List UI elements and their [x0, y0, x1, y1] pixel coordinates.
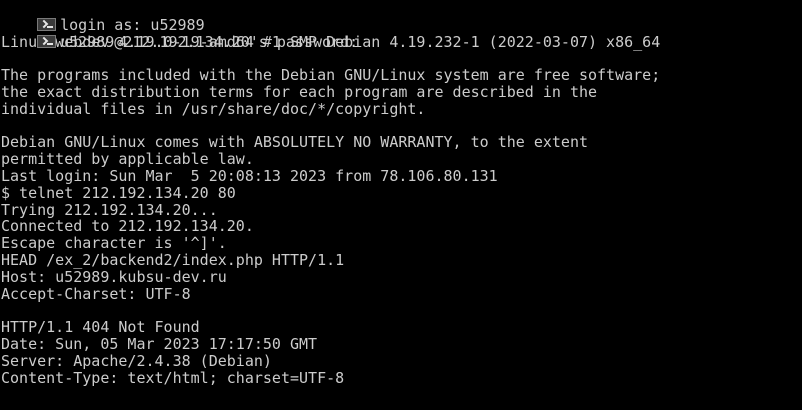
response-header-line: Content-Type: text/html; charset=UTF-8 [1, 368, 345, 387]
command-line: $ telnet 212.192.134.20 80 [1, 183, 236, 202]
output-line: Escape character is '^]'. [1, 234, 227, 253]
request-header-line: Accept-Charset: UTF-8 [1, 284, 191, 303]
output-line: permitted by applicable law. [1, 150, 254, 169]
output-line: the exact distribution terms for each pr… [1, 82, 598, 101]
terminal-prompt-icon [37, 17, 57, 31]
output-line: Linux webdev 4.19.0-19-amd64 #1 SMP Debi… [1, 32, 661, 51]
login-line: login as: u52989 [0, 0, 802, 33]
login-text: login as: u52989 [60, 15, 205, 34]
terminal-window[interactable]: login as: u52989 u52989@212.192.134.20's… [0, 0, 802, 410]
terminal-prompt-icon [37, 34, 57, 48]
output-line: individual files in /usr/share/doc/*/cop… [1, 99, 426, 118]
request-line: HEAD /ex_2/backend2/index.php HTTP/1.1 [1, 250, 345, 269]
request-header-line: Host: u52989.kubsu-dev.ru [1, 267, 227, 286]
output-line: Debian GNU/Linux comes with ABSOLUTELY N… [1, 133, 588, 152]
response-status-line: HTTP/1.1 404 Not Found [1, 318, 200, 337]
output-line: Trying 212.192.134.20... [1, 200, 218, 219]
output-line: The programs included with the Debian GN… [1, 66, 661, 85]
response-header-line: Server: Apache/2.4.38 (Debian) [1, 351, 272, 370]
output-line: Last login: Sun Mar 5 20:08:13 2023 from… [1, 166, 498, 185]
response-header-line: Date: Sun, 05 Mar 2023 17:17:50 GMT [1, 334, 318, 353]
output-line: Connected to 212.192.134.20. [1, 217, 254, 236]
